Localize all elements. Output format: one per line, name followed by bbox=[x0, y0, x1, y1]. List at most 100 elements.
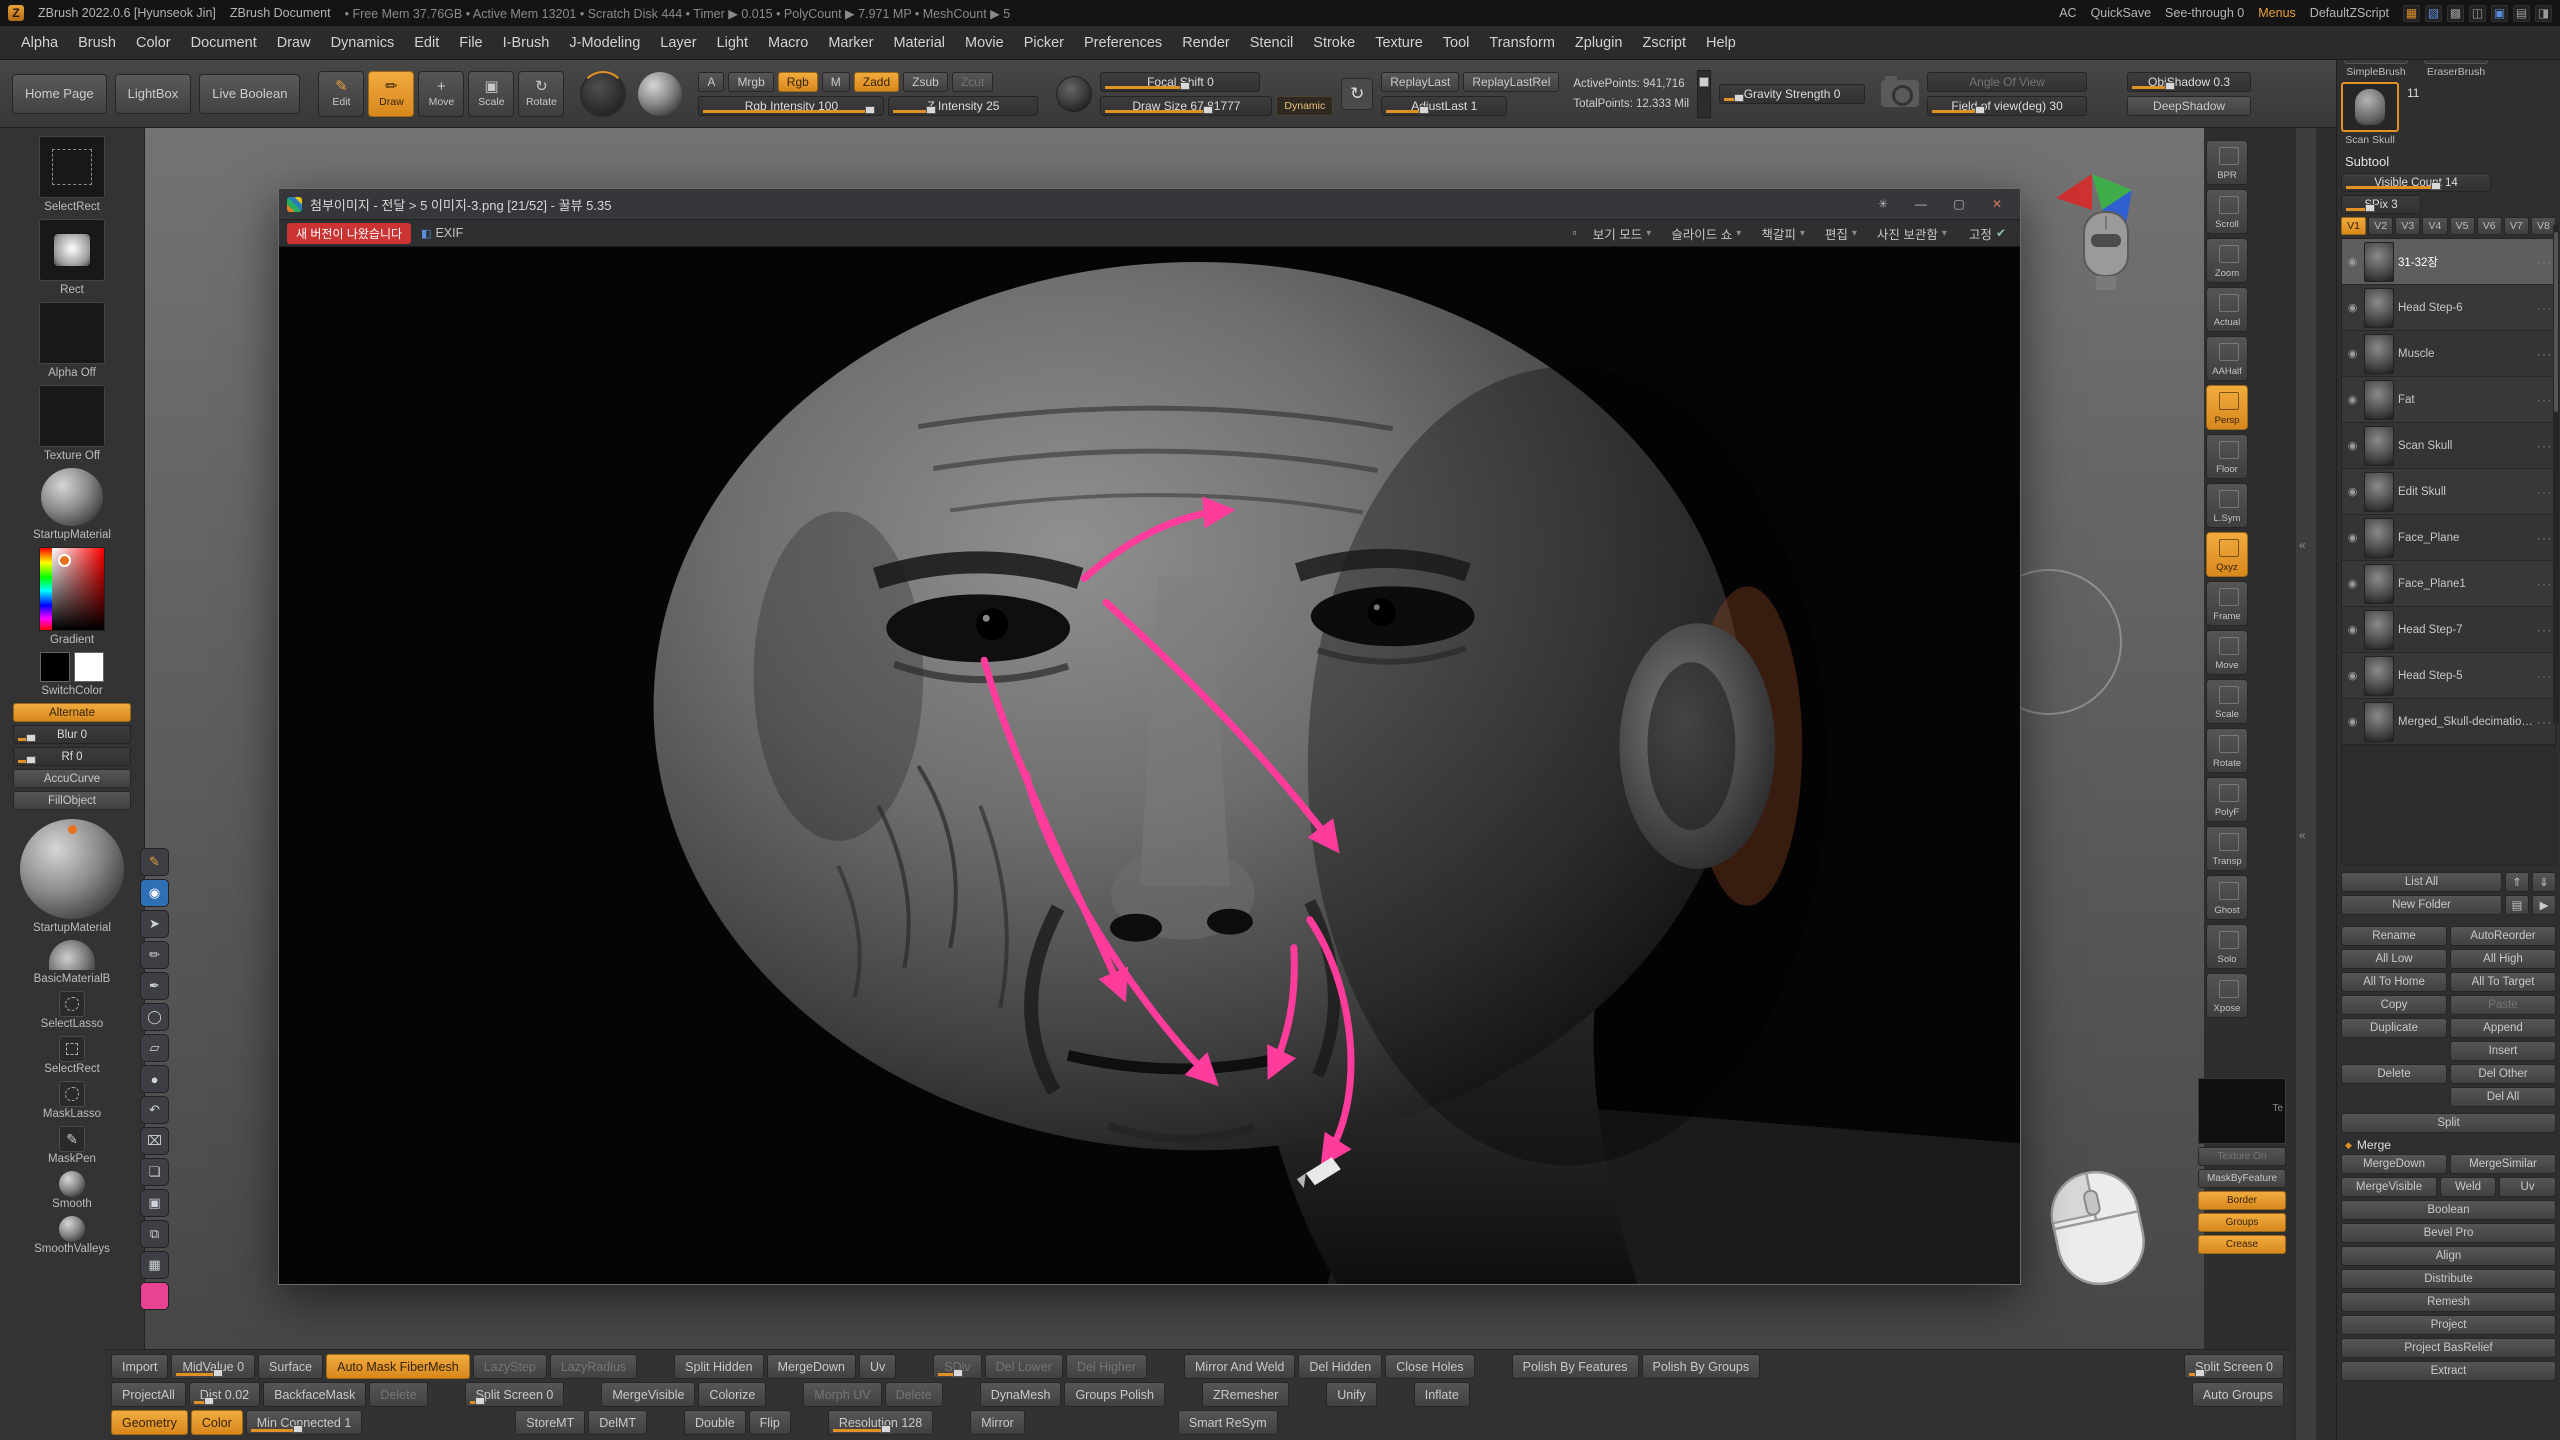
subtool-row[interactable]: ◉ Scan Skull ··· bbox=[2342, 423, 2555, 469]
dock-button[interactable]: Polish By Groups bbox=[1642, 1354, 1761, 1379]
ink-pen-icon[interactable]: ✒ bbox=[140, 972, 169, 1000]
quick-pick-item[interactable]: SelectRect bbox=[44, 1036, 100, 1077]
main-color-swatch[interactable] bbox=[40, 652, 70, 682]
eye-icon[interactable]: ◉ bbox=[2345, 485, 2360, 498]
dock-button[interactable]: Del Higher bbox=[1066, 1354, 1147, 1379]
dock-button[interactable]: Split Screen 0 bbox=[2184, 1354, 2284, 1379]
menu-item[interactable]: Help bbox=[1697, 31, 1745, 55]
dynamic-toggle[interactable]: Dynamic bbox=[1276, 96, 1333, 116]
dock-button[interactable]: Morph UV bbox=[803, 1382, 881, 1407]
rgb-intensity-slider[interactable]: Rgb Intensity 100 bbox=[698, 96, 884, 116]
eye-icon[interactable]: ◉ bbox=[140, 879, 169, 907]
right-shelf-button[interactable]: Ghost bbox=[2206, 875, 2248, 920]
replay-last-rel-button[interactable]: ReplayLastRel bbox=[1463, 72, 1559, 92]
viewer-menu-item[interactable]: 책갈피 ▾ bbox=[1755, 224, 1811, 243]
menu-item[interactable]: Alpha bbox=[12, 31, 67, 55]
split-section[interactable]: Split bbox=[2341, 1113, 2556, 1133]
draw-size-slider[interactable]: Draw Size 67.81777 bbox=[1100, 96, 1272, 116]
menu-item[interactable]: Document bbox=[182, 31, 266, 55]
dock-button[interactable]: MergeDown bbox=[767, 1354, 856, 1379]
adjust-last-slider[interactable]: AdjustLast 1 bbox=[1381, 96, 1507, 116]
eye-icon[interactable]: ◉ bbox=[2345, 439, 2360, 452]
camera-axis-widget[interactable] bbox=[2054, 168, 2159, 303]
subtool-row[interactable]: ◉ Head Step-5 ··· bbox=[2342, 653, 2555, 699]
paint-mode-button[interactable]: A bbox=[698, 72, 724, 92]
trash-icon[interactable]: ⌧ bbox=[140, 1127, 169, 1155]
menu-item[interactable]: Stroke bbox=[1304, 31, 1364, 55]
pen-color-icon[interactable]: ✎ bbox=[140, 848, 169, 876]
menu-item[interactable]: File bbox=[450, 31, 491, 55]
texture-thumbnail[interactable]: Te bbox=[2198, 1078, 2286, 1144]
pink-swatch[interactable] bbox=[140, 1282, 169, 1310]
dock-button[interactable]: Resolution 128 bbox=[828, 1410, 933, 1435]
viewer-settings-icon[interactable]: ✳ bbox=[1868, 193, 1898, 215]
current-brush-item[interactable]: Scan Skull bbox=[2341, 82, 2399, 146]
dock-button[interactable]: Double bbox=[684, 1410, 746, 1435]
subtool-row[interactable]: ◉ Muscle ··· bbox=[2342, 331, 2555, 377]
rf-slider[interactable]: Rf 0 bbox=[13, 747, 131, 766]
menu-item[interactable]: Macro bbox=[759, 31, 817, 55]
tool-section-bar[interactable]: Boolean bbox=[2341, 1200, 2556, 1220]
subtool-row[interactable]: ◉ Fat ··· bbox=[2342, 377, 2555, 423]
accucurve-button[interactable]: AccuCurve bbox=[13, 769, 131, 788]
version-tab[interactable]: V4 bbox=[2422, 217, 2447, 235]
window-icon[interactable]: ◨ bbox=[2535, 5, 2552, 22]
subtool-controls[interactable]: ··· bbox=[2537, 485, 2552, 499]
material-sphere-icon[interactable] bbox=[638, 72, 682, 116]
right-shelf-button[interactable]: Transp bbox=[2206, 826, 2248, 871]
visible-count-slider[interactable]: Visible Count 14 bbox=[2341, 173, 2491, 192]
focal-shift-slider[interactable]: Focal Shift 0 bbox=[1100, 72, 1260, 92]
del-all-button[interactable]: Del All bbox=[2450, 1087, 2556, 1107]
version-tab[interactable]: V7 bbox=[2504, 217, 2529, 235]
obj-shadow-slider[interactable]: ObjShadow 0.3 bbox=[2127, 72, 2251, 92]
viewer-menu-item[interactable]: 보기 모드 ▾ bbox=[1587, 224, 1658, 243]
subtool-header[interactable]: Subtool bbox=[2341, 152, 2556, 171]
menu-item[interactable]: Dynamics bbox=[322, 31, 404, 55]
menu-item[interactable]: Color bbox=[127, 31, 180, 55]
default-zscript-button[interactable]: DefaultZScript bbox=[2310, 6, 2389, 20]
new-version-badge[interactable]: 새 버전이 나왔습니다 bbox=[287, 223, 411, 244]
angle-of-view-slider[interactable]: Angle Of View bbox=[1927, 72, 2087, 92]
mode-button[interactable]: ✏ Draw bbox=[368, 71, 414, 117]
dock-button[interactable]: SDiv bbox=[933, 1354, 981, 1379]
dock-button[interactable]: Auto Groups bbox=[2192, 1382, 2284, 1407]
crease-button[interactable]: Crease bbox=[2198, 1235, 2286, 1254]
subtool-controls[interactable]: ··· bbox=[2537, 255, 2552, 269]
comment-icon[interactable]: ❏ bbox=[140, 1158, 169, 1186]
mode-button[interactable]: ↻ Rotate bbox=[518, 71, 564, 117]
doc-icon[interactable]: ◫ bbox=[2469, 5, 2486, 22]
gravity-strength-slider[interactable]: Gravity Strength 0 bbox=[1719, 84, 1865, 104]
dock-button[interactable]: Dist 0.02 bbox=[189, 1382, 260, 1407]
menu-item[interactable]: Layer bbox=[651, 31, 705, 55]
dock-button[interactable]: Color bbox=[191, 1410, 243, 1435]
menu-item[interactable]: Edit bbox=[405, 31, 448, 55]
viewer-menu-item[interactable]: 사진 보관함 ▾ bbox=[1871, 224, 1953, 243]
menus-button[interactable]: Menus bbox=[2258, 6, 2296, 20]
version-tab[interactable]: V1 bbox=[2341, 217, 2366, 235]
subtool-row[interactable]: ◉ Edit Skull ··· bbox=[2342, 469, 2555, 515]
right-shelf-button[interactable]: Qxyz bbox=[2206, 532, 2248, 577]
menu-item[interactable]: Movie bbox=[956, 31, 1013, 55]
menu-item[interactable]: Render bbox=[1173, 31, 1239, 55]
swatch-icon[interactable]: ▧ bbox=[2425, 5, 2442, 22]
subtool-up-button[interactable]: ⇑ bbox=[2505, 872, 2529, 892]
deep-shadow-button[interactable]: DeepShadow bbox=[2127, 96, 2251, 116]
minimize-button[interactable]: — bbox=[1906, 193, 1936, 215]
menu-item[interactable]: Stencil bbox=[1241, 31, 1303, 55]
eye-icon[interactable]: ◉ bbox=[2345, 623, 2360, 636]
eye-icon[interactable]: ◉ bbox=[2345, 669, 2360, 682]
dock-button[interactable]: Close Holes bbox=[1385, 1354, 1474, 1379]
version-tab[interactable]: V5 bbox=[2450, 217, 2475, 235]
points-vertical-slider[interactable] bbox=[1697, 70, 1711, 118]
mode-button[interactable]: ▣ Scale bbox=[468, 71, 514, 117]
stroke-thumbnail[interactable] bbox=[39, 219, 105, 281]
pin-toggle[interactable]: 고정 ✔ bbox=[1963, 224, 2012, 243]
menu-item[interactable]: I-Brush bbox=[494, 31, 559, 55]
menu-item[interactable]: Zplugin bbox=[1566, 31, 1632, 55]
folder-action-button[interactable]: ▶ bbox=[2532, 895, 2556, 915]
divider-chevron-icon[interactable]: « bbox=[2299, 538, 2306, 552]
dock-button[interactable]: Mirror And Weld bbox=[1184, 1354, 1295, 1379]
dock-button[interactable]: ZRemesher bbox=[1202, 1382, 1289, 1407]
mode-button[interactable]: ✎ Edit bbox=[318, 71, 364, 117]
exif-button[interactable]: ◧ EXIF bbox=[421, 226, 463, 240]
